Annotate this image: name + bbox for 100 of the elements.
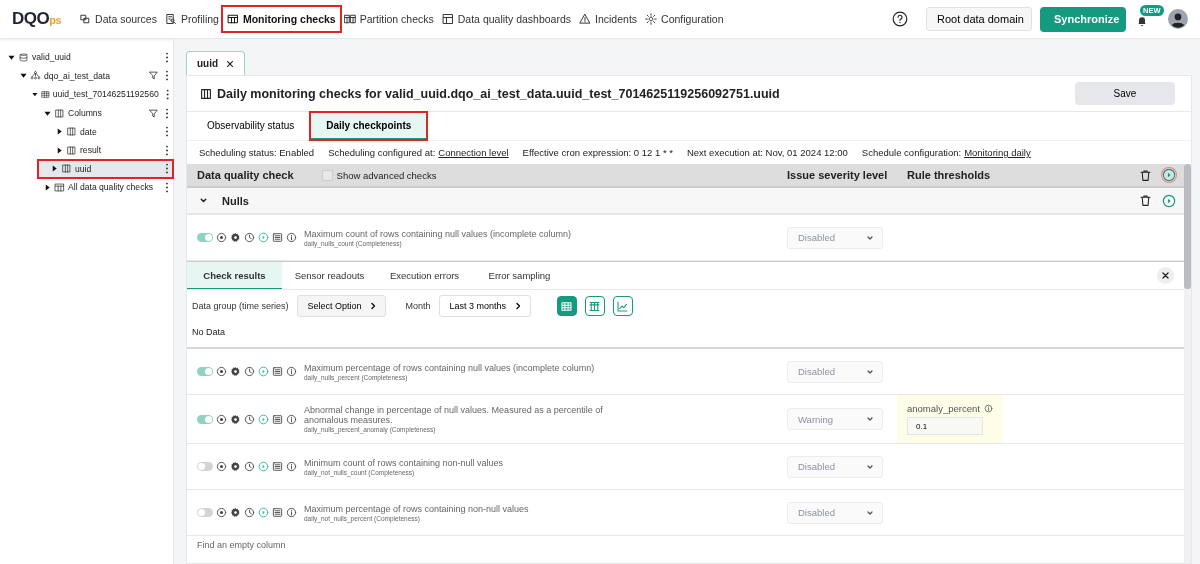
more-icon[interactable] xyxy=(165,70,169,82)
list-icon[interactable] xyxy=(272,366,283,377)
tree-item[interactable]: dqo_ai_test_data xyxy=(0,66,173,86)
editor-tab[interactable]: uuid xyxy=(186,51,245,75)
chevron-down-icon[interactable] xyxy=(199,196,208,205)
list-icon[interactable] xyxy=(272,507,283,518)
clock-icon[interactable] xyxy=(244,232,255,243)
target-icon[interactable] xyxy=(216,461,227,472)
info-icon[interactable] xyxy=(286,232,297,243)
tree-item[interactable]: valid_uuid xyxy=(0,48,173,67)
settings-icon[interactable] xyxy=(230,507,241,518)
clock-icon[interactable] xyxy=(244,366,255,377)
enable-toggle[interactable] xyxy=(197,233,213,242)
bell-icon[interactable] xyxy=(1136,15,1148,27)
filter-icon[interactable] xyxy=(149,71,158,81)
caret-right-icon[interactable] xyxy=(56,146,63,154)
more-icon[interactable] xyxy=(165,144,169,156)
enable-toggle[interactable] xyxy=(197,508,213,517)
list-icon[interactable] xyxy=(272,461,283,472)
table-view-button[interactable] xyxy=(556,296,577,316)
domain-button[interactable]: Root data domain xyxy=(926,7,1032,31)
caret-right-icon[interactable] xyxy=(56,128,63,136)
tree-item[interactable]: date xyxy=(0,122,173,141)
settings-icon[interactable] xyxy=(230,461,241,472)
enable-toggle[interactable] xyxy=(197,414,213,424)
column-header: Issue severity level xyxy=(787,169,889,181)
schedule-info: Schedule configuration: Monitoring daily xyxy=(861,147,1031,158)
nav-link[interactable]: Incidents xyxy=(575,7,642,31)
filter-icon[interactable] xyxy=(149,108,158,118)
more-icon[interactable] xyxy=(165,181,169,193)
target-icon[interactable] xyxy=(216,507,227,518)
nav-link[interactable]: Monitoring checks xyxy=(222,7,340,31)
tab[interactable]: Execution errors xyxy=(377,262,472,289)
help-icon[interactable] xyxy=(892,11,908,27)
delete-icon[interactable] xyxy=(1139,194,1152,207)
enable-toggle[interactable] xyxy=(197,367,213,376)
tree-item[interactable]: Columns xyxy=(0,103,173,123)
schedule-link[interactable]: Connection level xyxy=(438,147,509,158)
list-icon[interactable] xyxy=(272,413,283,425)
play-icon[interactable] xyxy=(1162,193,1176,208)
close-icon[interactable] xyxy=(1157,267,1174,284)
more-icon[interactable] xyxy=(165,126,169,138)
nav-link[interactable]: Configuration xyxy=(641,7,728,31)
clock-icon[interactable] xyxy=(244,461,255,472)
list-icon[interactable] xyxy=(272,232,283,243)
threshold-label: anomaly_percent xyxy=(907,403,980,414)
tab[interactable]: Daily checkpoints xyxy=(310,112,428,140)
advanced-checkbox[interactable]: Show advanced checks xyxy=(321,169,437,181)
info-icon[interactable] xyxy=(286,507,297,518)
more-icon[interactable] xyxy=(165,51,169,63)
more-icon[interactable] xyxy=(165,107,169,119)
save-button[interactable]: Save xyxy=(1075,82,1175,105)
caret-right-icon[interactable] xyxy=(51,165,58,173)
settings-icon[interactable] xyxy=(230,366,241,377)
enable-toggle[interactable] xyxy=(197,462,213,471)
delete-icon[interactable] xyxy=(1139,168,1152,182)
tab[interactable]: Sensor readouts xyxy=(282,262,377,289)
more-icon[interactable] xyxy=(165,89,169,100)
tab[interactable]: Check results xyxy=(187,262,282,289)
clock-icon[interactable] xyxy=(244,413,255,425)
close-icon[interactable] xyxy=(226,59,234,68)
caret-down-icon[interactable] xyxy=(44,109,51,117)
schedule-link[interactable]: Monitoring daily xyxy=(964,147,1031,158)
logo[interactable]: DQOps xyxy=(12,9,62,29)
chart-view-button[interactable] xyxy=(612,296,633,316)
tree-label: uuid_test_70146251192560 xyxy=(52,89,159,100)
info-icon[interactable] xyxy=(286,413,297,425)
nav-link[interactable]: Data quality dashboards xyxy=(437,7,576,31)
more-icon[interactable] xyxy=(165,163,169,175)
tree-item[interactable]: uuid xyxy=(38,159,173,179)
select-field[interactable]: Select Option xyxy=(296,295,386,317)
settings-icon[interactable] xyxy=(230,232,241,243)
clock-icon[interactable] xyxy=(244,507,255,518)
avatar[interactable] xyxy=(1168,9,1188,29)
select-field[interactable]: Last 3 months xyxy=(438,295,531,317)
settings-icon[interactable] xyxy=(230,413,241,425)
play-icon[interactable] xyxy=(1162,168,1176,182)
target-icon[interactable] xyxy=(216,232,227,243)
caret-right-icon[interactable] xyxy=(44,183,51,191)
synchronize-button[interactable]: Synchronize xyxy=(1040,6,1126,32)
tree-item[interactable]: All data quality checks xyxy=(0,178,173,197)
caret-down-icon[interactable] xyxy=(8,53,15,61)
nav-link[interactable]: Partition checks xyxy=(339,7,438,31)
columns-view-button[interactable] xyxy=(584,296,605,316)
threshold-input[interactable]: 0.1 xyxy=(907,417,983,435)
scrollbar[interactable] xyxy=(1184,164,1191,289)
tree-item[interactable]: result xyxy=(0,140,173,160)
info-icon[interactable] xyxy=(286,461,297,472)
info-icon[interactable] xyxy=(983,404,993,413)
nav-link[interactable]: Profiling xyxy=(160,7,223,31)
caret-down-icon[interactable] xyxy=(20,72,27,80)
info-icon[interactable] xyxy=(286,366,297,377)
tab[interactable]: Error sampling xyxy=(472,262,567,289)
target-icon[interactable] xyxy=(216,366,227,377)
caret-down-icon[interactable] xyxy=(32,91,38,98)
tab[interactable]: Observability status xyxy=(191,112,311,140)
check-name: Abnormal change in percentage of null values. Measured as a percentile of anomalous measures. xyxy=(304,405,604,425)
nav-link[interactable]: Data sources xyxy=(75,7,161,31)
target-icon[interactable] xyxy=(216,413,227,425)
tree-item[interactable]: uuid_test_70146251192560 xyxy=(0,85,173,104)
